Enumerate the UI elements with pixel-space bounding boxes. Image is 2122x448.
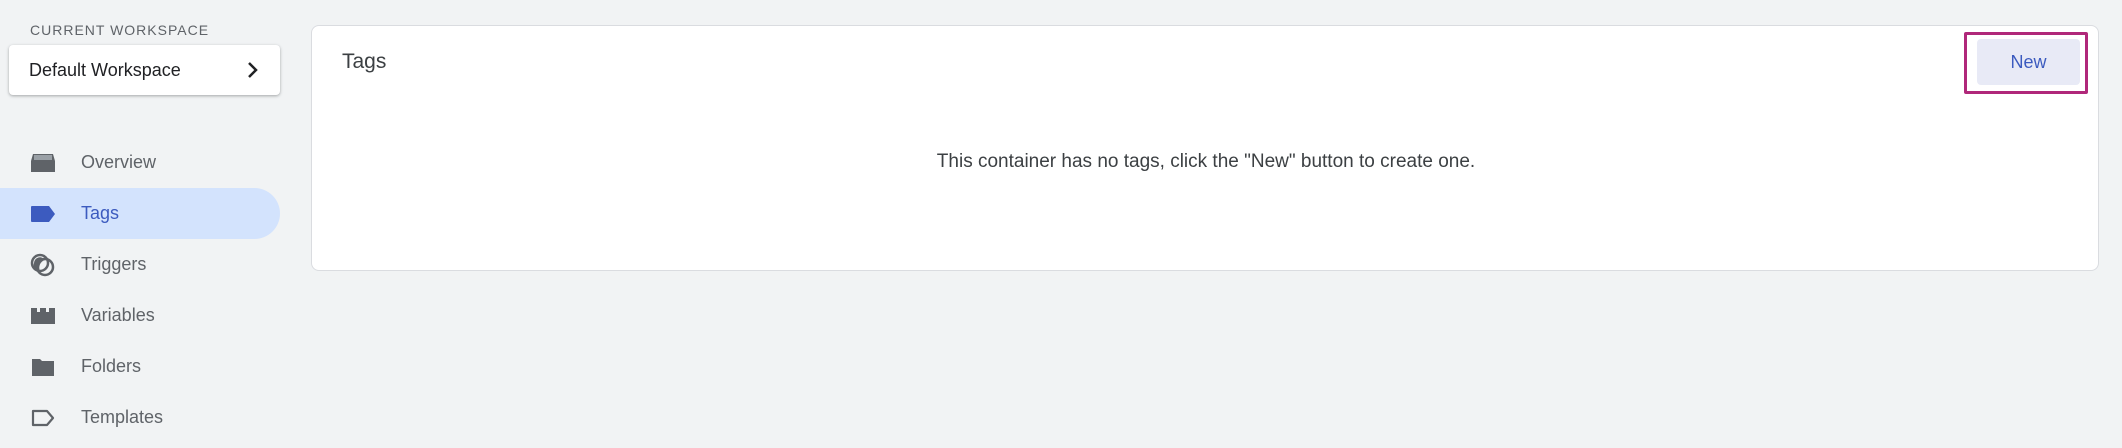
page-title: Tags bbox=[342, 50, 387, 73]
tag-icon bbox=[30, 202, 56, 226]
tags-card: Tags New This container has no tags, cli… bbox=[311, 25, 2099, 271]
workspace-selector[interactable]: Default Workspace bbox=[9, 45, 280, 95]
sidebar-item-triggers[interactable]: Triggers bbox=[0, 239, 280, 290]
sidebar-item-label: Overview bbox=[81, 152, 157, 172]
sidebar-item-label: Triggers bbox=[81, 254, 147, 274]
sidebar-item-overview[interactable]: Overview bbox=[0, 137, 280, 188]
workspace-label: CURRENT WORKSPACE bbox=[30, 22, 210, 38]
templates-icon bbox=[30, 406, 56, 430]
sidebar-item-templates[interactable]: Templates bbox=[0, 392, 280, 443]
sidebar-item-label: Variables bbox=[81, 305, 155, 325]
sidebar-item-tags[interactable]: Tags bbox=[0, 188, 280, 239]
triggers-icon bbox=[30, 253, 56, 277]
sidebar-item-folders[interactable]: Folders bbox=[0, 341, 280, 392]
folder-icon bbox=[30, 355, 56, 379]
empty-state-message: This container has no tags, click the "N… bbox=[936, 151, 1476, 172]
sidebar-item-label: Folders bbox=[81, 356, 142, 376]
variables-icon bbox=[30, 304, 56, 328]
sidebar-item-label: Tags bbox=[81, 203, 120, 223]
new-tag-button[interactable]: New bbox=[1977, 39, 2080, 85]
workspace-name: Default Workspace bbox=[29, 59, 181, 80]
chevron-right-icon bbox=[248, 62, 258, 78]
sidebar-item-label: Templates bbox=[81, 407, 164, 427]
sidebar-nav: Overview Tags Triggers Variables Folders bbox=[0, 137, 280, 443]
overview-icon bbox=[30, 151, 56, 175]
sidebar: CURRENT WORKSPACE Default Workspace Over… bbox=[0, 0, 290, 448]
sidebar-item-variables[interactable]: Variables bbox=[0, 290, 280, 341]
